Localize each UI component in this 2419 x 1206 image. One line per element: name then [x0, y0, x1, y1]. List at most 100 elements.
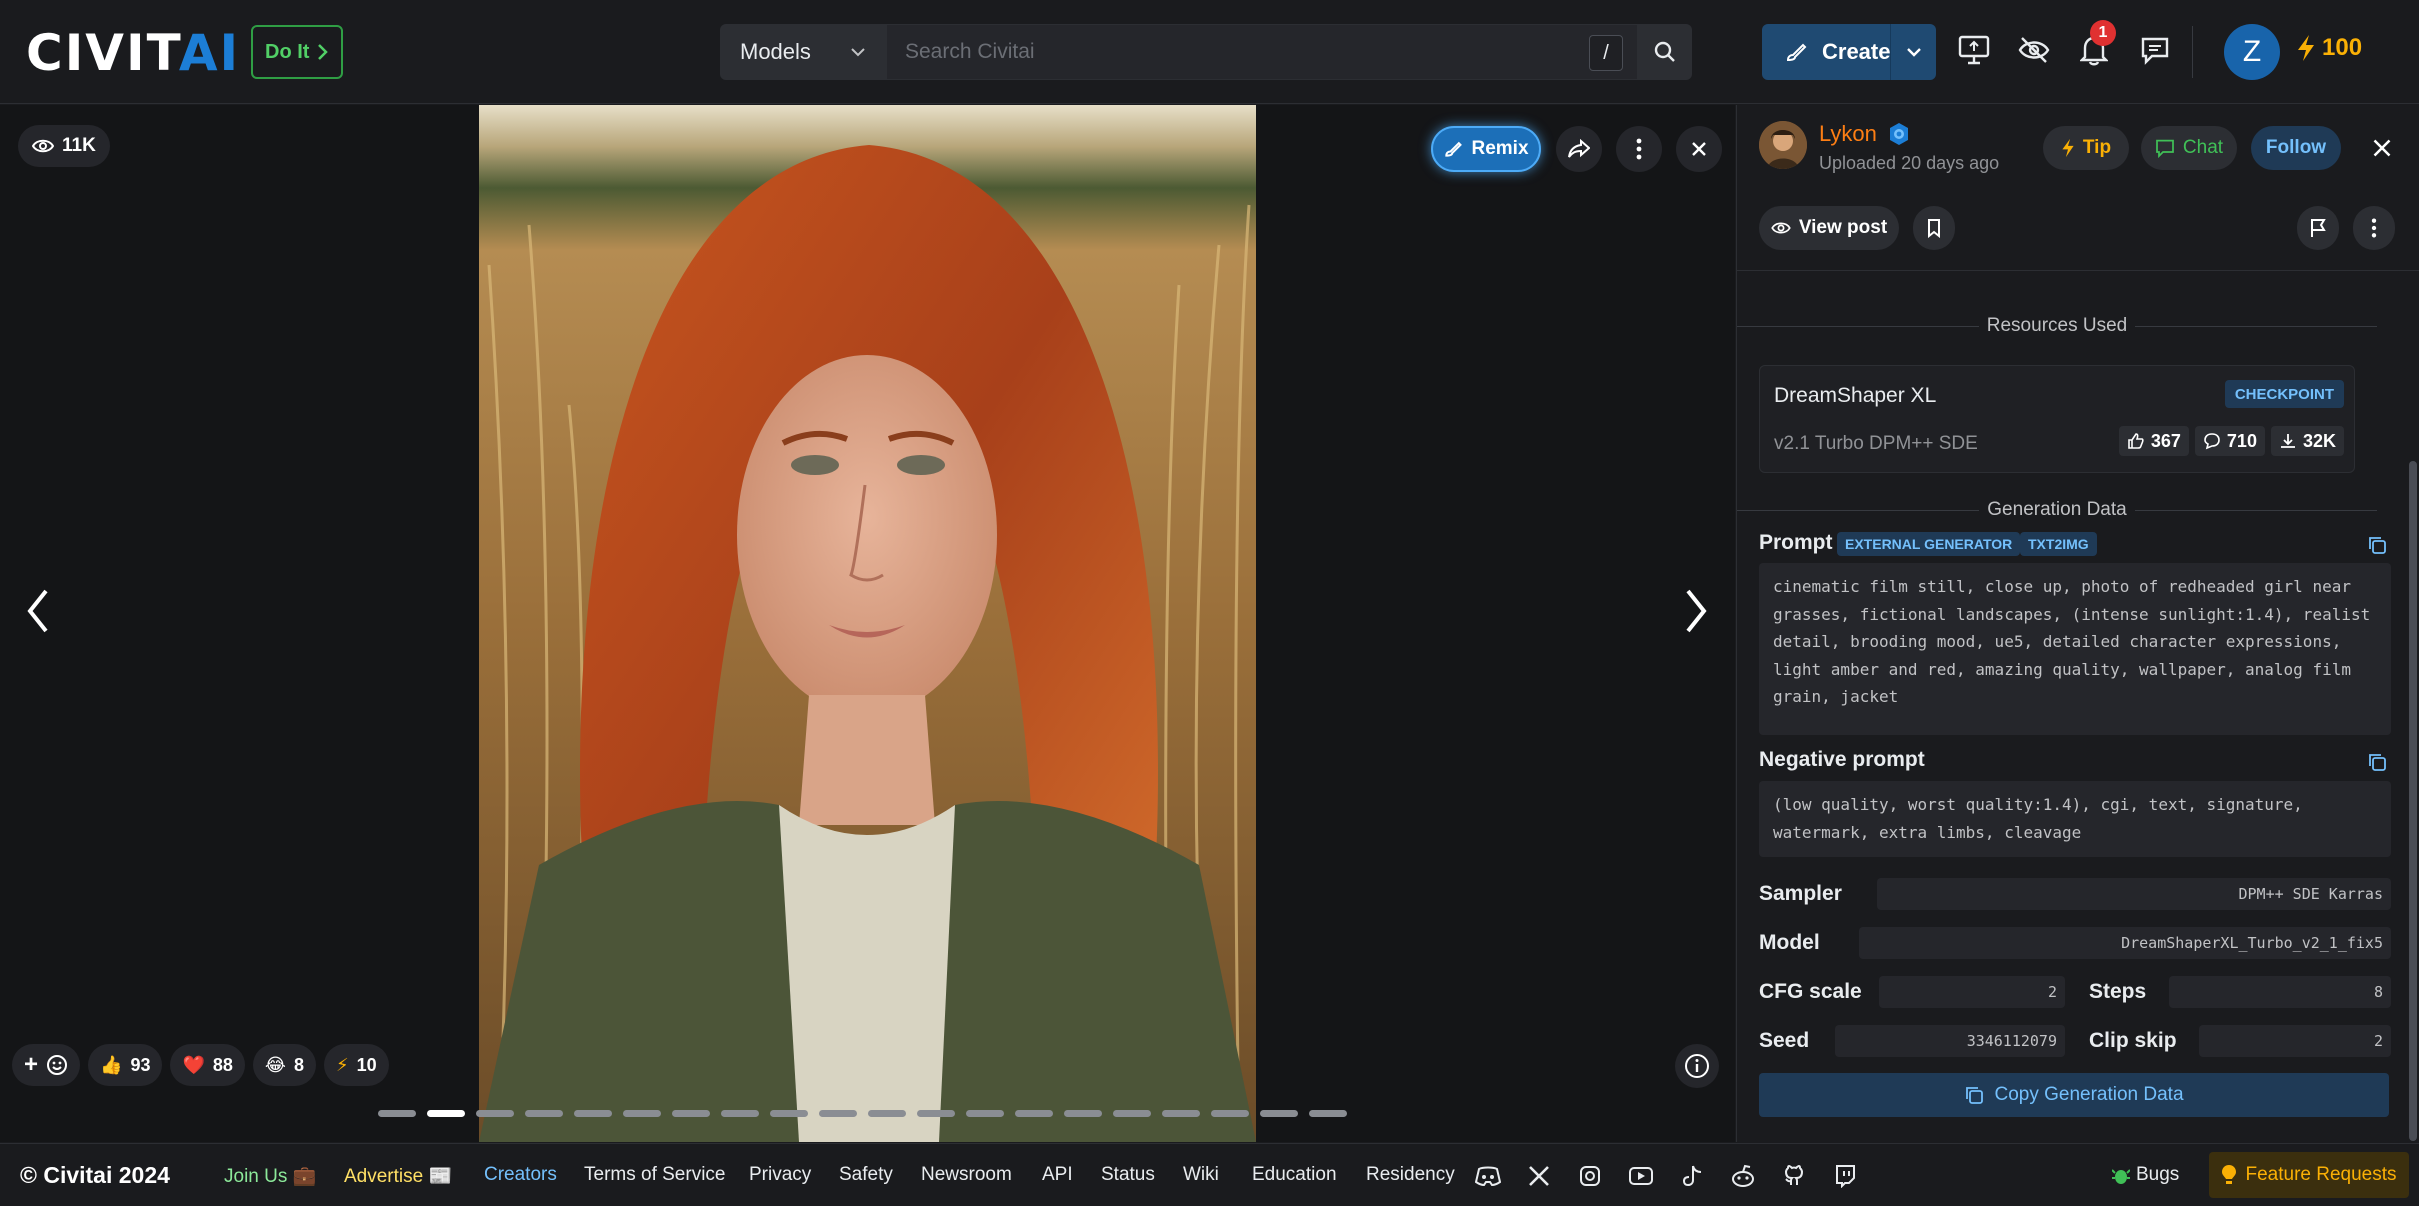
upload-date: Uploaded 20 days ago: [1819, 153, 2000, 173]
pagination-dot[interactable]: [917, 1110, 955, 1117]
pagination-dot[interactable]: [623, 1110, 661, 1117]
safety-link[interactable]: Safety: [839, 1164, 893, 1186]
twitch-icon[interactable]: [1831, 1162, 1859, 1190]
add-reaction-button[interactable]: +: [12, 1044, 81, 1086]
reaction-count: 10: [356, 1054, 377, 1075]
monitor-upload-icon[interactable]: [1954, 30, 1994, 70]
reaction-like[interactable]: 👍 93: [88, 1044, 163, 1086]
creators-link[interactable]: Creators: [484, 1164, 557, 1186]
pagination-dot[interactable]: [378, 1110, 416, 1117]
bookmark-button[interactable]: [1913, 206, 1955, 250]
search-button[interactable]: [1638, 24, 1692, 80]
copy-negative-prompt-icon[interactable]: [2365, 750, 2389, 774]
create-main[interactable]: Create: [1762, 39, 1890, 65]
search-shortcut-key: /: [1589, 35, 1623, 71]
resource-name[interactable]: DreamShaper XL: [1774, 384, 1936, 408]
pagination-dot[interactable]: [1162, 1110, 1200, 1117]
notification-count-badge: 1: [2090, 20, 2116, 46]
residency-link[interactable]: Residency: [1366, 1164, 1455, 1186]
author-avatar[interactable]: [1759, 121, 1807, 169]
terms-link[interactable]: Terms of Service: [584, 1164, 725, 1186]
search-input[interactable]: Search Civitai /: [886, 24, 1638, 80]
x-twitter-icon[interactable]: [1525, 1162, 1553, 1190]
create-dropdown-toggle[interactable]: [1890, 24, 1936, 80]
join-us-link[interactable]: Join Us 💼: [224, 1164, 316, 1188]
laugh-icon: 😂: [264, 1054, 286, 1075]
resource-card[interactable]: DreamShaper XL CHECKPOINT v2.1 Turbo DPM…: [1759, 365, 2355, 473]
pagination-dot[interactable]: [721, 1110, 759, 1117]
pagination-dot[interactable]: [770, 1110, 808, 1117]
next-image-button[interactable]: [1676, 581, 1716, 641]
discord-icon[interactable]: [1474, 1162, 1502, 1190]
cfg-scale-label: CFG scale: [1759, 980, 1862, 1003]
view-post-button[interactable]: View post: [1759, 206, 1899, 250]
newsroom-link[interactable]: Newsroom: [921, 1164, 1012, 1186]
reaction-laugh[interactable]: 😂 8: [252, 1044, 316, 1086]
create-button[interactable]: Create: [1762, 24, 1936, 80]
tiktok-icon[interactable]: [1678, 1162, 1706, 1190]
tip-button[interactable]: Tip: [2043, 126, 2129, 170]
search-category-select[interactable]: Models: [720, 24, 886, 80]
author-name[interactable]: Lykon: [1819, 121, 1911, 147]
resource-version: v2.1 Turbo DPM++ SDE: [1774, 433, 1978, 454]
copy-generation-data-button[interactable]: Copy Generation Data: [1759, 1073, 2389, 1117]
pagination-dot[interactable]: [1211, 1110, 1249, 1117]
share-button[interactable]: [1556, 126, 1602, 172]
likes-count: 367: [2150, 430, 2181, 451]
do-it-button[interactable]: Do It: [251, 25, 344, 79]
pagination-dot[interactable]: [525, 1110, 563, 1117]
reddit-icon[interactable]: [1729, 1162, 1757, 1190]
user-avatar[interactable]: Z: [2224, 24, 2280, 80]
github-icon[interactable]: [1780, 1162, 1808, 1190]
generated-image[interactable]: [479, 105, 1256, 1142]
reaction-buzz[interactable]: ⚡ 10: [323, 1044, 389, 1086]
chat-button[interactable]: Chat: [2141, 126, 2237, 170]
pagination-dot[interactable]: [672, 1110, 710, 1117]
pagination-dot[interactable]: [574, 1110, 612, 1117]
image-info-button[interactable]: [1675, 1044, 1719, 1088]
bug-icon: [2112, 1169, 2130, 1184]
civitai-logo[interactable]: CIVITAI: [26, 28, 240, 78]
bugs-link[interactable]: Bugs: [2112, 1164, 2179, 1186]
privacy-link[interactable]: Privacy: [749, 1164, 811, 1186]
remix-button[interactable]: Remix: [1431, 126, 1541, 172]
status-link[interactable]: Status: [1101, 1164, 1155, 1186]
buzz-balance[interactable]: 100: [2296, 34, 2362, 62]
close-panel-button[interactable]: [2367, 133, 2397, 163]
feature-requests-button[interactable]: Feature Requests: [2209, 1152, 2409, 1198]
eye-icon: [1771, 222, 1791, 234]
api-link[interactable]: API: [1042, 1164, 1073, 1186]
pagination-dot[interactable]: [1064, 1110, 1102, 1117]
wiki-link[interactable]: Wiki: [1183, 1164, 1219, 1186]
copy-prompt-icon[interactable]: [2365, 533, 2389, 557]
image-details-panel: Lykon Uploaded 20 days ago Tip Chat Foll…: [1736, 105, 2419, 1142]
pagination-dot[interactable]: [868, 1110, 906, 1117]
advertise-link[interactable]: Advertise 📰: [344, 1164, 452, 1188]
previous-image-button[interactable]: [18, 581, 58, 641]
chat-bubble-icon[interactable]: [2135, 30, 2175, 70]
pagination-dot[interactable]: [1309, 1110, 1347, 1117]
pagination-dot[interactable]: [427, 1110, 465, 1117]
info-icon: [1685, 1054, 1709, 1078]
pagination-dot[interactable]: [1260, 1110, 1298, 1117]
panel-more-button[interactable]: [2353, 206, 2395, 250]
pagination-dot[interactable]: [476, 1110, 514, 1117]
pagination-dot[interactable]: [819, 1110, 857, 1117]
pagination-dot[interactable]: [966, 1110, 1004, 1117]
resource-stats: 367 710 32K: [2118, 426, 2344, 456]
cfg-scale-value: 2: [1879, 976, 2065, 1008]
report-button[interactable]: [2297, 206, 2339, 250]
brush-icon: [1445, 141, 1463, 157]
instagram-icon[interactable]: [1576, 1162, 1604, 1190]
panel-scrollbar[interactable]: [2409, 461, 2417, 1141]
pagination-dot[interactable]: [1113, 1110, 1151, 1117]
follow-button[interactable]: Follow: [2251, 126, 2341, 170]
reaction-heart[interactable]: ❤️ 88: [170, 1044, 245, 1086]
eye-off-icon[interactable]: [2014, 30, 2054, 70]
youtube-icon[interactable]: [1627, 1162, 1655, 1190]
close-viewer-button[interactable]: [1676, 126, 1722, 172]
page-footer: © Civitai 2024 Join Us 💼 Advertise 📰 Cre…: [0, 1143, 2419, 1206]
education-link[interactable]: Education: [1252, 1164, 1337, 1186]
more-options-button[interactable]: [1616, 126, 1662, 172]
pagination-dot[interactable]: [1015, 1110, 1053, 1117]
